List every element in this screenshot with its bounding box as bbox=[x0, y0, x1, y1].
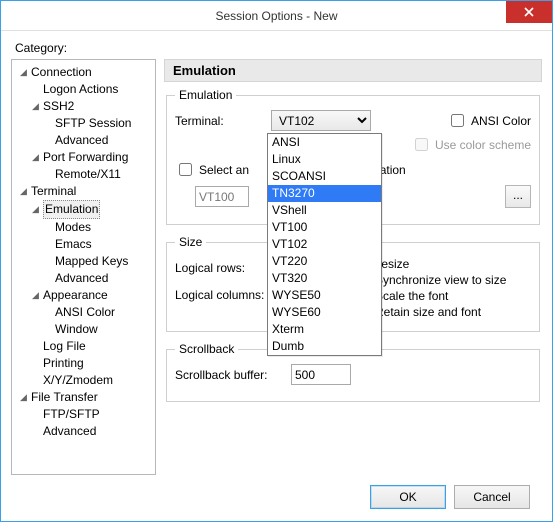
tree-connection[interactable]: ◢Connection bbox=[18, 64, 153, 81]
terminal-option[interactable]: Dumb bbox=[268, 338, 381, 355]
category-tree[interactable]: ◢Connection Logon Actions ◢SSH2 SFTP Ses… bbox=[11, 59, 156, 475]
tree-emulation-advanced[interactable]: Advanced bbox=[42, 270, 153, 287]
tree-window[interactable]: Window bbox=[42, 321, 153, 338]
alt-keyboard-input[interactable] bbox=[179, 163, 192, 176]
use-color-scheme-input bbox=[415, 138, 428, 151]
category-label: Category: bbox=[15, 41, 542, 55]
emulation-group: Emulation Terminal: VT102 ANSI Color bbox=[166, 88, 540, 225]
close-button[interactable] bbox=[506, 1, 552, 23]
terminal-option[interactable]: SCOANSI bbox=[268, 168, 381, 185]
terminal-option[interactable]: Xterm bbox=[268, 321, 381, 338]
tree-ssh2-advanced[interactable]: Advanced bbox=[42, 132, 153, 149]
resize-retain-radio[interactable]: Retain size and font bbox=[358, 305, 531, 319]
terminal-option[interactable]: WYSE50 bbox=[268, 287, 381, 304]
terminal-dropdown-list[interactable]: ANSILinuxSCOANSITN3270VShellVT100VT102VT… bbox=[267, 133, 382, 356]
resize-scale-radio[interactable]: Scale the font bbox=[358, 289, 531, 303]
alt-keyboard-browse-button[interactable]: ... bbox=[505, 185, 531, 208]
scrollback-legend: Scrollback bbox=[175, 342, 238, 356]
tree-ansi-color[interactable]: ANSI Color bbox=[42, 304, 153, 321]
tree-port-forwarding[interactable]: ◢Port Forwarding bbox=[30, 149, 153, 166]
terminal-option[interactable]: VT100 bbox=[268, 219, 381, 236]
terminal-label: Terminal: bbox=[175, 114, 265, 128]
window-title: Session Options - New bbox=[1, 9, 552, 23]
terminal-option[interactable]: ANSI bbox=[268, 134, 381, 151]
terminal-option[interactable]: VShell bbox=[268, 202, 381, 219]
tree-mapped-keys[interactable]: Mapped Keys bbox=[42, 253, 153, 270]
emulation-legend: Emulation bbox=[175, 88, 236, 102]
terminal-option[interactable]: WYSE60 bbox=[268, 304, 381, 321]
cancel-button[interactable]: Cancel bbox=[454, 485, 530, 509]
scrollback-label: Scrollback buffer: bbox=[175, 368, 285, 382]
tree-file-transfer[interactable]: ◢File Transfer bbox=[18, 389, 153, 406]
use-color-scheme-checkbox: Use color scheme bbox=[411, 135, 531, 154]
terminal-option[interactable]: VT102 bbox=[268, 236, 381, 253]
ansi-color-input[interactable] bbox=[451, 114, 464, 127]
tree-logon-actions[interactable]: Logon Actions bbox=[30, 81, 153, 98]
terminal-option[interactable]: VT320 bbox=[268, 270, 381, 287]
session-options-dialog: Session Options - New Category: ◢Connect… bbox=[0, 0, 553, 522]
logical-cols-label: Logical columns: bbox=[175, 288, 265, 302]
tree-ssh2[interactable]: ◢SSH2 bbox=[30, 98, 153, 115]
tree-sftp-session[interactable]: SFTP Session bbox=[42, 115, 153, 132]
size-legend: Size bbox=[175, 235, 206, 249]
on-resize-label: On resize bbox=[358, 257, 531, 271]
tree-appearance[interactable]: ◢Appearance bbox=[30, 287, 153, 304]
tree-modes[interactable]: Modes bbox=[42, 219, 153, 236]
tree-ftp-sftp[interactable]: FTP/SFTP bbox=[30, 406, 153, 423]
terminal-option[interactable]: TN3270 bbox=[268, 185, 381, 202]
dialog-footer: OK Cancel bbox=[11, 475, 542, 521]
tree-terminal[interactable]: ◢Terminal bbox=[18, 183, 153, 200]
alt-keyboard-checkbox[interactable]: Select an bbox=[175, 160, 249, 179]
ok-button[interactable]: OK bbox=[370, 485, 446, 509]
ansi-color-checkbox[interactable]: ANSI Color bbox=[447, 111, 531, 130]
tree-ft-advanced[interactable]: Advanced bbox=[30, 423, 153, 440]
scrollback-input[interactable] bbox=[291, 364, 351, 385]
tree-xyzmodem[interactable]: X/Y/Zmodem bbox=[30, 372, 153, 389]
logical-rows-label: Logical rows: bbox=[175, 261, 265, 275]
emulation-panel: Emulation Terminal: VT102 ANSI Color bbox=[164, 82, 542, 475]
tree-emulation[interactable]: ◢Emulation bbox=[30, 200, 153, 219]
resize-sync-radio[interactable]: Synchronize view to size bbox=[358, 273, 531, 287]
tree-printing[interactable]: Printing bbox=[30, 355, 153, 372]
tree-emacs[interactable]: Emacs bbox=[42, 236, 153, 253]
section-title: Emulation bbox=[164, 59, 542, 82]
terminal-option[interactable]: Linux bbox=[268, 151, 381, 168]
terminal-select[interactable]: VT102 bbox=[271, 110, 371, 131]
tree-remote-x11[interactable]: Remote/X11 bbox=[42, 166, 153, 183]
tree-log-file[interactable]: Log File bbox=[30, 338, 153, 355]
alt-keyboard-value bbox=[195, 186, 249, 207]
terminal-option[interactable]: VT220 bbox=[268, 253, 381, 270]
titlebar: Session Options - New bbox=[1, 1, 552, 31]
